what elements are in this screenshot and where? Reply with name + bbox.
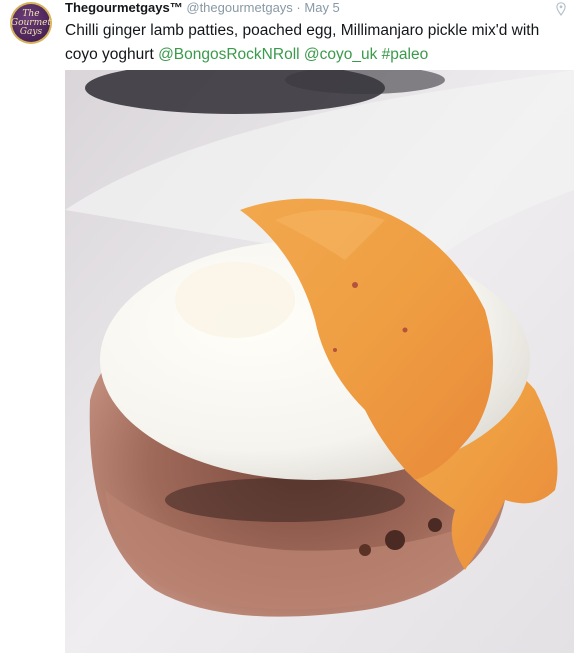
display-name[interactable]: Thegourmetgays™ xyxy=(65,0,183,15)
tweet-photo[interactable] xyxy=(65,70,574,653)
map-pin-icon[interactable] xyxy=(556,2,566,16)
tweet-header: Thegourmetgays™ @thegourmetgays · May 5 xyxy=(65,0,340,18)
user-handle[interactable]: @thegourmetgays xyxy=(186,0,292,15)
hashtag-paleo[interactable]: #paleo xyxy=(382,46,429,63)
avatar[interactable]: The Gourmet Gays xyxy=(10,2,52,44)
separator: · xyxy=(296,0,301,15)
mention-bongosrocknroll[interactable]: @BongosRockNRoll xyxy=(158,46,300,63)
tweet-card[interactable]: The Gourmet Gays Thegourmetgays™ @thegourm… xyxy=(0,0,574,653)
food-photo-icon xyxy=(65,70,574,653)
mention-coyo-uk[interactable]: @coyo_uk xyxy=(304,46,377,63)
tweet-body: Chilli ginger lamb patties, poached egg,… xyxy=(65,22,540,63)
tweet-date[interactable]: May 5 xyxy=(304,0,339,15)
tweet-text: Chilli ginger lamb patties, poached egg,… xyxy=(65,19,565,67)
gourmet-gays-logo-icon: The Gourmet Gays xyxy=(11,4,51,42)
